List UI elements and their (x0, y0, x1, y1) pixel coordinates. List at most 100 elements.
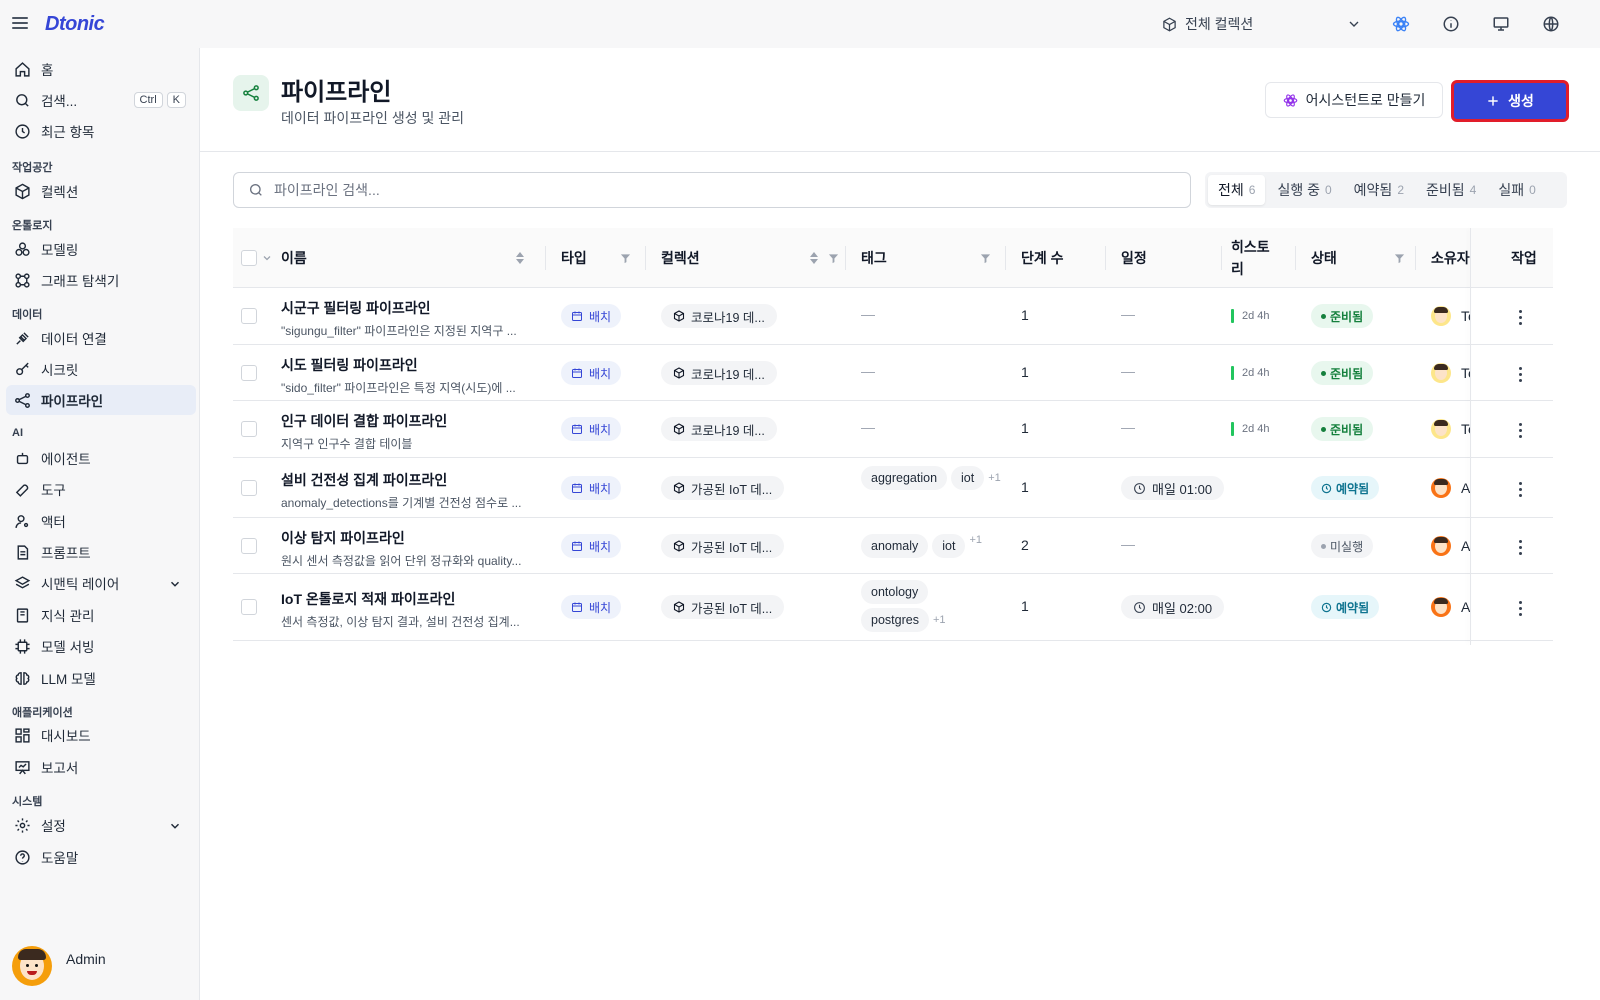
filter-icon[interactable] (1394, 253, 1405, 264)
search-input[interactable] (274, 182, 1134, 198)
tag-chip[interactable]: iot (932, 534, 966, 558)
more-actions-icon[interactable] (1515, 540, 1525, 555)
filter-tab-all[interactable]: 전체 6 (1208, 175, 1266, 205)
sidebar-item-prompt[interactable]: 프롬프트 (6, 537, 196, 567)
pipeline-name[interactable]: IoT 온톨로지 적재 파이프라인 (281, 589, 455, 609)
sidebar-item-pipeline[interactable]: 파이프라인 (6, 385, 196, 415)
sidebar-item-data-connect[interactable]: 데이터 연결 (6, 323, 196, 353)
more-actions-icon[interactable] (1515, 482, 1525, 497)
collection-badge[interactable]: 가공된 IoT 데... (661, 476, 785, 500)
history-indicator[interactable]: 2d 4h (1231, 366, 1270, 380)
tag-chip[interactable]: anomaly (861, 534, 929, 558)
sidebar-item-modeling[interactable]: 모델링 (6, 234, 196, 264)
filter-tab-failed[interactable]: 실패 0 (1488, 175, 1545, 205)
table-row[interactable]: 시군구 필터링 파이프라인 "sigungu_filter" 파이프라인은 지정… (233, 288, 1553, 345)
table-row[interactable]: 이상 탐지 파이프라인 원시 센서 측정값을 읽어 단위 정규화와 qualit… (233, 518, 1553, 574)
more-actions-icon[interactable] (1515, 367, 1525, 382)
sidebar-item-report[interactable]: 보고서 (6, 752, 196, 782)
collection-select[interactable]: 전체 컬렉션 (1162, 10, 1362, 38)
filter-icon[interactable] (828, 253, 839, 264)
table-row[interactable]: 인구 데이터 결합 파이프라인 지역구 인구수 결합 테이블 배치 코로나19 … (233, 401, 1553, 458)
row-checkbox[interactable] (241, 365, 257, 381)
more-actions-icon[interactable] (1515, 601, 1525, 616)
sidebar-item-model-serving[interactable]: 모델 서빙 (6, 631, 196, 661)
status-label: 예약됨 (1336, 481, 1370, 496)
tag-more[interactable]: +1 (969, 534, 982, 546)
sidebar-item-recent[interactable]: 최근 항목 (6, 116, 196, 146)
pipeline-name[interactable]: 시도 필터링 파이프라인 (281, 355, 418, 375)
sidebar-item-secret[interactable]: 시크릿 (6, 354, 196, 384)
pipeline-name[interactable]: 설비 건전성 집계 파이프라인 (281, 470, 447, 490)
filter-icon[interactable] (980, 253, 991, 264)
app-logo[interactable]: Dtonic (45, 13, 105, 36)
select-all[interactable] (241, 228, 273, 288)
sidebar-item-agent[interactable]: 에이전트 (6, 443, 196, 473)
sidebar-item-home[interactable]: 홈 (6, 54, 196, 84)
sidebar-item-label: 설정 (41, 819, 66, 834)
row-checkbox[interactable] (241, 599, 257, 615)
tag-chip[interactable]: aggregation (861, 466, 948, 490)
table-row[interactable]: IoT 온톨로지 적재 파이프라인 센서 측정값, 이상 탐지 결과, 설비 건… (233, 574, 1553, 641)
sidebar-item-llm-model[interactable]: LLM 모델 (6, 663, 196, 693)
row-checkbox[interactable] (241, 308, 257, 324)
more-actions-icon[interactable] (1515, 310, 1525, 325)
tag-more[interactable]: +1 (933, 614, 946, 626)
brain-icon (15, 671, 30, 685)
row-checkbox[interactable] (241, 480, 257, 496)
sidebar-search[interactable]: 검색... Ctrl K (6, 85, 196, 115)
history-indicator[interactable]: 2d 4h (1231, 422, 1270, 436)
create-with-assistant-button[interactable]: 어시스턴트로 만들기 (1265, 82, 1443, 118)
row-checkbox[interactable] (241, 538, 257, 554)
tag-more[interactable]: +1 (988, 472, 1001, 484)
collection-badge[interactable]: 가공된 IoT 데... (661, 595, 785, 619)
sidebar-item-knowledge[interactable]: 지식 관리 (6, 600, 196, 630)
search-box[interactable] (233, 172, 1191, 208)
create-button[interactable]: 생성 (1451, 80, 1569, 122)
info-icon[interactable] (1441, 14, 1461, 34)
sidebar-item-settings[interactable]: 설정 (6, 810, 196, 840)
tag-chip[interactable]: postgres (861, 608, 929, 632)
sort-icon[interactable] (809, 251, 819, 265)
globe-icon[interactable] (1541, 14, 1561, 34)
filter-label: 전체 (1218, 182, 1244, 198)
column-name[interactable]: 이름 (281, 228, 527, 288)
table-row[interactable]: 시도 필터링 파이프라인 "sido_filter" 파이프라인은 특정 지역(… (233, 345, 1553, 401)
sidebar-item-graph-explorer[interactable]: 그래프 탐색기 (6, 265, 196, 295)
calendar-icon (572, 368, 582, 378)
sidebar-item-tool[interactable]: 도구 (6, 474, 196, 504)
sidebar-item-help[interactable]: 도움말 (6, 842, 196, 872)
pipeline-name[interactable]: 인구 데이터 결합 파이프라인 (281, 411, 447, 431)
column-collection[interactable]: 컬렉션 (661, 228, 841, 288)
user-profile[interactable]: Admin (12, 946, 106, 986)
filter-tab-scheduled[interactable]: 예약됨 2 (1344, 175, 1414, 205)
pipeline-name[interactable]: 이상 탐지 파이프라인 (281, 528, 405, 548)
collection-badge[interactable]: 가공된 IoT 데... (661, 534, 785, 558)
calendar-icon (572, 483, 582, 493)
collection-badge[interactable]: 코로나19 데... (661, 361, 777, 385)
filter-tab-running[interactable]: 실행 중 0 (1267, 175, 1341, 205)
filter-tab-ready[interactable]: 준비됨 4 (1416, 175, 1486, 205)
sort-icon[interactable] (515, 251, 525, 265)
column-type[interactable]: 타입 (561, 228, 633, 288)
table-row[interactable]: 설비 건전성 집계 파이프라인 anomaly_detections를 기계별 … (233, 458, 1553, 518)
pipeline-name[interactable]: 시군구 필터링 파이프라인 (281, 298, 430, 318)
more-actions-icon[interactable] (1515, 423, 1525, 438)
monitor-icon[interactable] (1491, 14, 1511, 34)
collection-badge[interactable]: 코로나19 데... (661, 417, 777, 441)
column-status[interactable]: 상태 (1311, 228, 1407, 288)
sidebar-item-actor[interactable]: 액터 (6, 506, 196, 536)
menu-icon[interactable] (12, 14, 28, 32)
history-indicator[interactable]: 2d 4h (1231, 309, 1270, 323)
tag-chip[interactable]: iot (951, 466, 985, 490)
filter-icon[interactable] (620, 253, 631, 264)
sidebar-item-collection[interactable]: 컬렉션 (6, 176, 196, 206)
select-all-checkbox[interactable] (241, 250, 257, 266)
sidebar-item-dashboard[interactable]: 대시보드 (6, 720, 196, 750)
sidebar-item-semantic-layer[interactable]: 시맨틱 레이어 (6, 568, 196, 598)
tag-chip[interactable]: ontology (861, 580, 929, 604)
row-checkbox[interactable] (241, 421, 257, 437)
column-tags[interactable]: 태그 (861, 228, 993, 288)
chevron-down-icon[interactable] (261, 252, 273, 264)
collection-badge[interactable]: 코로나19 데... (661, 304, 777, 328)
ai-assistant-icon[interactable] (1391, 14, 1411, 34)
